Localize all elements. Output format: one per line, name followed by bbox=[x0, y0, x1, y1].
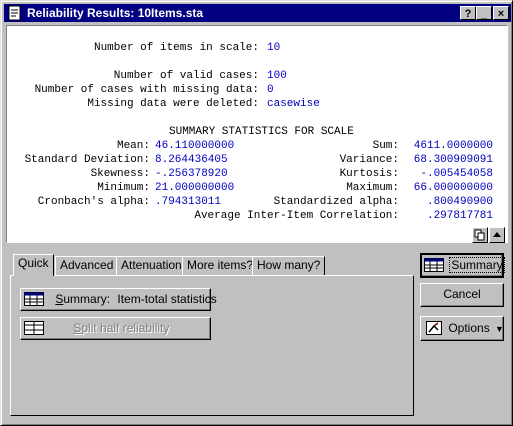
summary-label: ummary: bbox=[63, 292, 111, 306]
mean-value: 46.110000000 bbox=[155, 140, 235, 152]
avg-correlation-value: .297817781 bbox=[426, 210, 493, 222]
copy-button[interactable] bbox=[472, 227, 488, 243]
skewness-label: Skewness: bbox=[90, 168, 150, 180]
kurtosis-value: -.005454058 bbox=[420, 168, 493, 180]
results-output-pane[interactable]: Number of items in scale: 10 Number of v… bbox=[6, 25, 508, 243]
tab-more-items[interactable]: More items? bbox=[182, 256, 259, 275]
missing-cases-label: Number of cases with missing data: bbox=[34, 84, 259, 96]
missing-cases-value: 0 bbox=[267, 84, 274, 96]
std-dev-label: Standard Deviation: bbox=[24, 154, 150, 166]
options-button[interactable]: Options ▼ bbox=[420, 316, 504, 341]
skewness-value: -.256378920 bbox=[155, 168, 228, 180]
standardized-alpha-value: .800490900 bbox=[426, 196, 493, 208]
split-half-button[interactable]: Split half reliability bbox=[20, 317, 211, 340]
help-button[interactable]: ? bbox=[460, 6, 476, 20]
valid-cases-label: Number of valid cases: bbox=[113, 70, 259, 82]
dialog-window: Reliability Results: 10Items.sta ? _ × N… bbox=[0, 0, 513, 426]
summary-item-total-button[interactable]: Summary: Item-total statistics bbox=[20, 288, 217, 311]
tab-quick[interactable]: Quick bbox=[13, 254, 54, 276]
spreadsheet-icon bbox=[24, 291, 44, 306]
copy-icon bbox=[474, 229, 485, 241]
options-icon bbox=[426, 320, 442, 335]
minimize-button[interactable]: _ bbox=[476, 6, 492, 20]
collapse-button[interactable] bbox=[489, 227, 505, 243]
item-total-label: Item-total statistics bbox=[117, 292, 217, 306]
cronbach-alpha-label: Cronbach's alpha: bbox=[37, 196, 150, 208]
tab-advanced[interactable]: Advanced bbox=[55, 256, 119, 275]
tab-attenuation[interactable]: Attenuation bbox=[116, 256, 187, 275]
cronbach-alpha-value: .794313011 bbox=[155, 196, 222, 208]
mean-label: Mean: bbox=[116, 140, 150, 152]
valid-cases-value: 100 bbox=[267, 70, 287, 82]
split-grid-icon bbox=[24, 320, 44, 335]
options-button-label: Options bbox=[448, 321, 490, 335]
std-dev-value: 8.264436405 bbox=[155, 154, 228, 166]
minimum-label: Minimum: bbox=[97, 182, 150, 194]
window-title: Reliability Results: 10Items.sta bbox=[27, 6, 204, 20]
summary-button[interactable]: Summary bbox=[420, 253, 505, 278]
kurtosis-label: Kurtosis: bbox=[339, 168, 399, 180]
missing-deleted-value: casewise bbox=[267, 98, 320, 110]
quick-tab-panel: Summary: Item-total statistics Split hal… bbox=[10, 275, 414, 416]
variance-value: 68.300909091 bbox=[413, 154, 493, 166]
standardized-alpha-label: Standardized alpha: bbox=[273, 196, 399, 208]
arrow-up-icon bbox=[493, 232, 501, 237]
maximum-label: Maximum: bbox=[346, 182, 399, 194]
document-icon bbox=[8, 5, 21, 21]
items-in-scale-label: Number of items in scale: bbox=[93, 42, 259, 54]
dropdown-arrow-icon: ▼ bbox=[495, 324, 504, 334]
items-in-scale-value: 10 bbox=[267, 42, 281, 54]
split-half-label: plit half reliability bbox=[81, 321, 170, 335]
summary-button-label: Summary bbox=[449, 257, 505, 273]
summary-table-icon bbox=[424, 257, 444, 272]
sum-value: 4611.0000000 bbox=[413, 140, 493, 152]
tab-how-many[interactable]: How many? bbox=[252, 256, 326, 275]
close-button[interactable]: × bbox=[493, 6, 509, 20]
cancel-button[interactable]: Cancel bbox=[420, 283, 504, 307]
sum-label: Sum: bbox=[372, 140, 399, 152]
summary-heading: SUMMARY STATISTICS FOR SCALE bbox=[169, 126, 354, 138]
minimum-value: 21.000000000 bbox=[155, 182, 235, 194]
title-bar[interactable]: Reliability Results: 10Items.sta ? _ × bbox=[4, 4, 511, 22]
maximum-value: 66.000000000 bbox=[413, 182, 493, 194]
variance-label: Variance: bbox=[339, 154, 399, 166]
avg-correlation-label: Average Inter-Item Correlation: bbox=[194, 210, 399, 222]
missing-deleted-label: Missing data were deleted: bbox=[87, 98, 259, 110]
